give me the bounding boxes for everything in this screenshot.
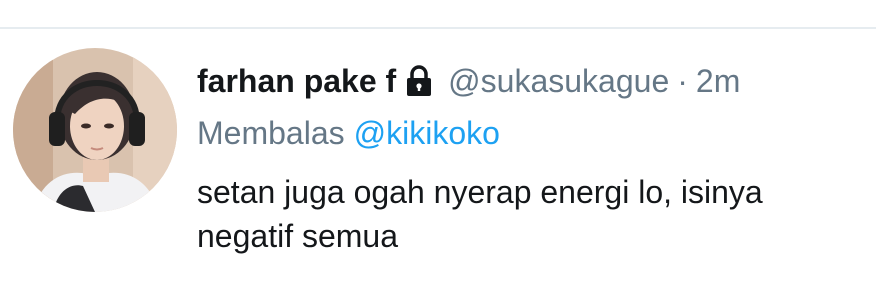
tweet-header: farhan pake f @sukasukague · 2m [197, 56, 867, 106]
user-handle[interactable]: @sukasukague [448, 63, 669, 100]
tweet-reply-page: farhan pake f @sukasukague · 2m Membalas… [0, 0, 876, 292]
reply-label: Membalas [197, 114, 345, 151]
tweet-text-line: setan juga ogah nyerap energi lo, isinya [197, 174, 763, 210]
tweet-text-line: negatif semua [197, 218, 399, 254]
lock-icon [406, 65, 432, 97]
reply-mention-link[interactable]: @kikikoko [354, 115, 500, 152]
avatar[interactable] [13, 48, 177, 212]
reply-context: Membalas @kikikoko [197, 108, 867, 158]
tweet-timestamp[interactable]: 2m [696, 63, 740, 100]
display-name[interactable]: farhan pake f [197, 63, 396, 100]
tweet-content: farhan pake f @sukasukague · 2m Membalas… [197, 56, 867, 258]
avatar-photo [13, 48, 177, 212]
tweet-text: setan juga ogah nyerap energi lo, isinya… [197, 170, 867, 258]
top-divider [0, 27, 876, 29]
separator-dot: · [677, 62, 688, 99]
